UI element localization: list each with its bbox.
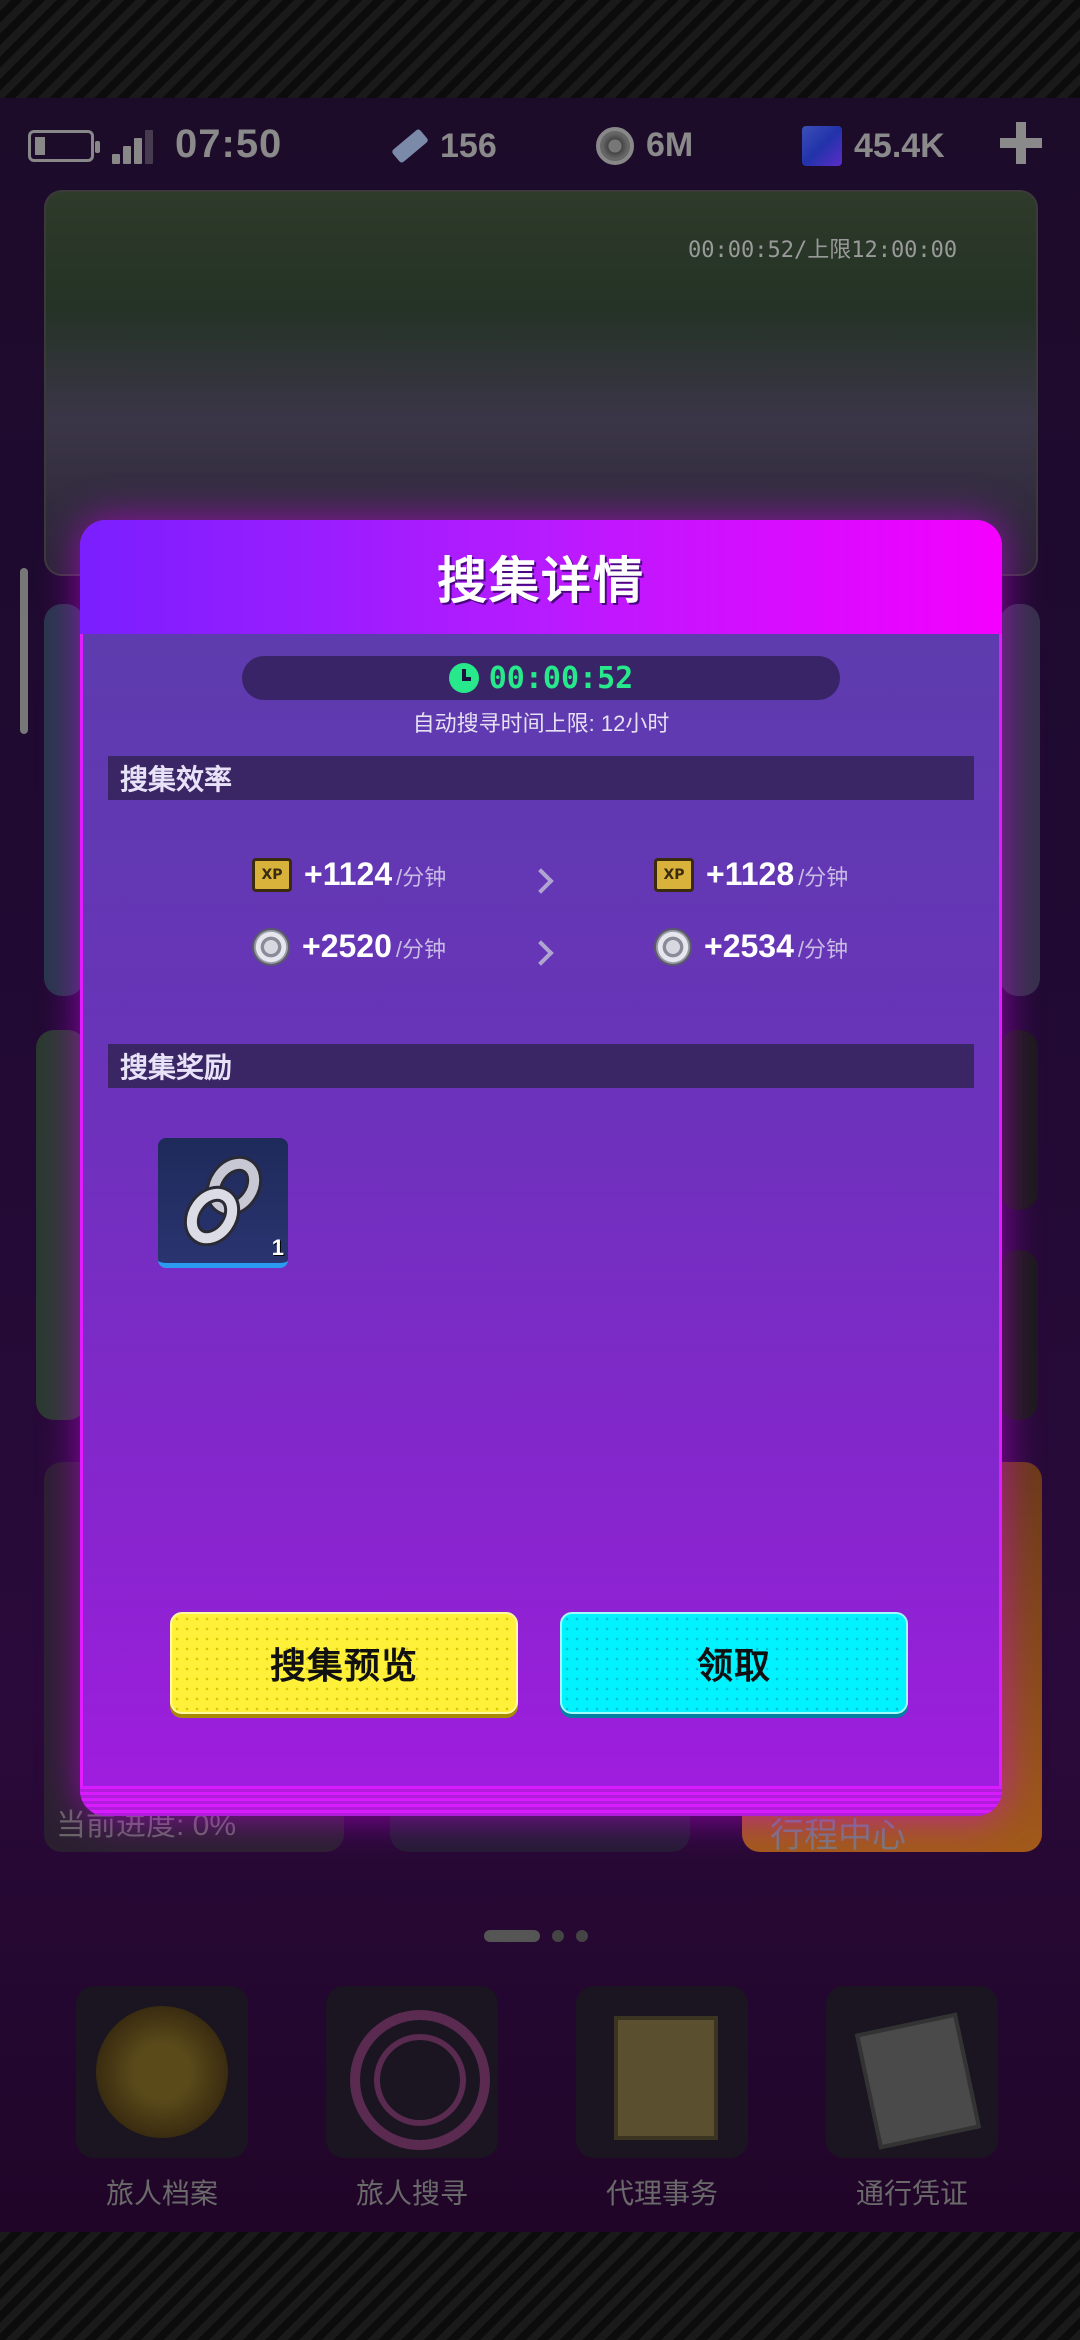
modal-header: 搜集详情 xyxy=(80,520,1002,634)
timer-limit-text: 自动搜寻时间上限: 12小时 xyxy=(412,711,670,736)
left-card-1 xyxy=(44,604,84,996)
top-stripe xyxy=(0,0,1080,98)
nav-label: 通行凭证 xyxy=(855,2178,968,2209)
rate-value: +1124 xyxy=(304,856,393,892)
status-bar: 07:50 156 6M 45.4K xyxy=(0,110,1080,180)
coin-icon xyxy=(252,928,290,966)
tickets-value: 156 xyxy=(440,126,497,165)
coins-value: 6M xyxy=(646,126,694,164)
reward-item-slot[interactable]: 1 xyxy=(158,1138,288,1268)
right-card-2b xyxy=(1000,1250,1038,1420)
ticket-icon xyxy=(388,126,428,166)
arrow-right-icon xyxy=(528,868,554,894)
rate-value: +2520 xyxy=(302,928,392,964)
collection-preview-button[interactable]: 搜集预览 xyxy=(170,1612,518,1714)
right-card-2 xyxy=(1000,1030,1038,1210)
rate-value: +1128 xyxy=(706,856,795,892)
right-card-1 xyxy=(1000,604,1040,996)
rate-unit: /分钟 xyxy=(396,865,447,890)
coin-icon xyxy=(596,126,634,165)
rate-row-xp: XP +1124 /分钟 XP +1128 /分钟 xyxy=(80,856,1002,904)
efficiency-section-header: 搜集效率 xyxy=(108,756,974,800)
nav-label: 旅人搜寻 xyxy=(355,2178,468,2209)
reward-count: 1 xyxy=(271,1235,284,1260)
coin-rate-next: +2534 /分钟 xyxy=(654,928,848,966)
bottom-stripe xyxy=(0,2232,1080,2340)
modal-title: 搜集详情 xyxy=(437,553,645,609)
archive-icon xyxy=(76,1986,248,2158)
nav-pass[interactable]: 通行凭证 xyxy=(826,1986,998,2212)
xp-icon: XP xyxy=(252,857,292,892)
tickets-counter[interactable]: 156 xyxy=(388,126,497,166)
arrow-right-icon xyxy=(528,940,554,966)
claim-button[interactable]: 领取 xyxy=(560,1612,908,1714)
left-card-2 xyxy=(36,1030,86,1420)
chain-icon xyxy=(183,1156,263,1246)
xp-rate-current: XP +1124 /分钟 xyxy=(252,856,446,893)
efficiency-section-title: 搜集效率 xyxy=(120,764,233,795)
clock-time: 07:50 xyxy=(175,122,283,166)
pass-icon xyxy=(826,1986,998,2158)
gem-cube-icon xyxy=(802,126,842,166)
signal-icon xyxy=(112,128,153,164)
radar-icon xyxy=(326,1986,498,2158)
scrollbar-thumb[interactable] xyxy=(20,568,28,734)
timer-value: 00:00:52 xyxy=(488,660,634,696)
gems-counter[interactable]: 45.4K xyxy=(802,126,945,166)
coin-icon xyxy=(654,928,692,966)
xp-icon: XP xyxy=(654,857,694,892)
battery-icon xyxy=(28,130,100,162)
coins-counter[interactable]: 6M xyxy=(596,126,693,165)
coin-rate-current: +2520 /分钟 xyxy=(252,928,446,966)
nav-traveler-archive[interactable]: 旅人档案 xyxy=(76,1986,248,2212)
reward-section-title: 搜集奖励 xyxy=(120,1052,233,1083)
rate-unit: /分钟 xyxy=(797,937,848,962)
rate-unit: /分钟 xyxy=(395,937,446,962)
rate-value: +2534 xyxy=(704,928,794,964)
nav-label: 旅人档案 xyxy=(105,2178,218,2209)
gems-value: 45.4K xyxy=(854,126,945,165)
collection-details-modal: 搜集详情 00:00:52 自动搜寻时间上限: 12小时 搜集效率 XP +11… xyxy=(80,520,1002,1816)
reward-section-header: 搜集奖励 xyxy=(108,1044,974,1088)
add-currency-plus-icon[interactable] xyxy=(996,118,1046,168)
task-icon xyxy=(576,1986,748,2158)
modal-bottom-edge xyxy=(80,1786,1002,1816)
rate-row-coin: +2520 /分钟 +2534 /分钟 xyxy=(80,928,1002,976)
rate-unit: /分钟 xyxy=(798,865,849,890)
clock-icon xyxy=(448,663,479,693)
page-indicator xyxy=(484,1930,588,1942)
banner-timer: 00:00:52/上限12:00:00 xyxy=(688,238,958,263)
nav-label: 代理事务 xyxy=(605,2178,718,2209)
collection-timer: 00:00:52 xyxy=(242,656,840,700)
nav-agent-tasks[interactable]: 代理事务 xyxy=(576,1986,748,2212)
xp-rate-next: XP +1128 /分钟 xyxy=(654,856,848,893)
nav-traveler-search[interactable]: 旅人搜寻 xyxy=(326,1986,498,2212)
